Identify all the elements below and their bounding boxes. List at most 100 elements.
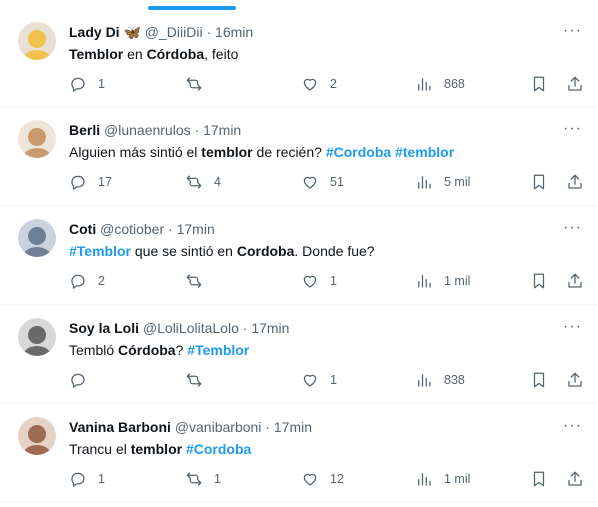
avatar[interactable] [18,219,56,257]
share-icon [568,471,582,486]
reply-count: 2 [98,274,105,288]
more-options-icon[interactable]: ··· [563,23,582,39]
bookmark-icon [533,76,545,92]
display-name[interactable]: Berli [69,122,100,138]
user-handle[interactable]: @lunaenrulos [104,122,191,138]
reply-button[interactable]: 2 [69,271,105,291]
reply-icon [71,373,85,388]
tweet[interactable]: Coti @cotiober · 17min ··· #Temblor que … [0,207,598,305]
reply-button[interactable] [69,370,98,390]
hashtag-link[interactable]: #Temblor [187,342,249,358]
hashtag-link[interactable]: #Cordoba [326,144,391,160]
views-button[interactable]: 1 mil [415,469,470,489]
reply-count: 17 [98,175,112,189]
tweet-text: Temblor en Córdoba, feito [69,45,238,64]
share-icon [568,273,582,288]
hashtag-link[interactable]: #Temblor [69,243,131,259]
timestamp[interactable]: 17min [251,320,289,336]
bookmark-icon [533,273,545,289]
bookmark-button[interactable] [530,370,548,390]
avatar[interactable] [18,22,56,60]
text-segment: que se sintió en [130,243,237,259]
like-count: 1 [330,373,337,387]
bookmark-icon [533,174,545,190]
view-count: 5 mil [444,175,471,189]
views-button[interactable]: 868 [415,74,465,94]
share-icon [568,174,582,189]
retweet-icon [186,373,202,387]
like-button[interactable]: 1 [301,370,337,390]
timestamp[interactable]: 16min [215,24,253,40]
action-bar: 1 2 868 [69,74,583,94]
separator-dot: · [168,221,173,237]
bold-keyword: Cordoba [236,243,295,259]
action-bar: 2 1 1 mil [69,271,583,291]
user-handle[interactable]: @LoliLolitaLolo [143,320,239,336]
like-button[interactable]: 51 [301,172,344,192]
user-handle[interactable]: @cotiober [100,221,164,237]
timestamp[interactable]: 17min [274,419,312,435]
like-button[interactable]: 2 [301,74,337,94]
heart-icon [303,176,317,189]
share-button[interactable] [566,172,584,192]
bold-keyword: Córdoba [146,46,205,62]
reply-button[interactable]: 1 [69,74,105,94]
bold-keyword: temblor [201,144,253,160]
display-name[interactable]: Lady Di [69,24,120,40]
retweet-button[interactable]: 4 [185,172,221,192]
avatar[interactable] [18,417,56,455]
tweet-text: Tembló Córdoba? #Temblor [69,341,249,360]
timestamp[interactable]: 17min [177,221,215,237]
tweet[interactable]: Soy la Loli @LoliLolitaLolo · 17min ··· … [0,306,598,404]
tweet[interactable]: Berli @lunaenrulos · 17min ··· Alguien m… [0,108,598,206]
bookmark-button[interactable] [530,271,548,291]
reply-button[interactable]: 1 [69,469,105,489]
like-button[interactable]: 1 [301,271,337,291]
more-options-icon[interactable]: ··· [563,418,582,434]
avatar[interactable] [18,318,56,356]
display-name[interactable]: Vanina Barboni [69,419,171,435]
action-bar: 1 1 12 1 mil [69,469,583,489]
display-name[interactable]: Coti [69,221,96,237]
retweet-button[interactable]: 1 [185,469,221,489]
user-handle[interactable]: @vanibarboni [175,419,262,435]
tweet[interactable]: Lady Di 🦋 @_DiiiDii · 16min ··· Temblor … [0,10,598,108]
hashtag-link[interactable]: #Cordoba [186,441,251,457]
action-bar: 17 4 51 5 mil [69,172,583,192]
bookmark-button[interactable] [530,469,548,489]
retweet-button[interactable] [185,370,214,390]
share-button[interactable] [566,74,584,94]
like-button[interactable]: 12 [301,469,344,489]
display-name[interactable]: Soy la Loli [69,320,139,336]
tweet[interactable]: Vanina Barboni @vanibarboni · 17min ··· … [0,405,598,503]
retweet-icon [186,472,202,486]
more-options-icon[interactable]: ··· [563,319,582,335]
share-button[interactable] [566,469,584,489]
text-segment: Trancu el [69,441,131,457]
timestamp[interactable]: 17min [203,122,241,138]
text-segment: Tembló [69,342,119,358]
avatar[interactable] [18,120,56,158]
analytics-icon [418,374,431,387]
bookmark-button[interactable] [530,74,548,94]
views-button[interactable]: 838 [415,370,465,390]
user-handle[interactable]: @_DiiiDii [145,24,203,40]
share-button[interactable] [566,370,584,390]
text-segment: Alguien más sintió el [69,144,202,160]
share-button[interactable] [566,271,584,291]
hashtag-link[interactable]: #temblor [395,144,454,160]
text-segment: de recién? [252,144,326,160]
bookmark-button[interactable] [530,172,548,192]
retweet-button[interactable] [185,74,214,94]
separator-dot: · [194,122,200,138]
more-options-icon[interactable]: ··· [563,220,582,236]
views-button[interactable]: 1 mil [415,271,470,291]
retweet-button[interactable] [185,271,214,291]
reply-button[interactable]: 17 [69,172,112,192]
more-options-icon[interactable]: ··· [563,121,582,137]
analytics-icon [418,473,431,486]
reply-count: 1 [98,472,105,486]
heart-icon [303,473,317,486]
share-icon [568,372,582,387]
views-button[interactable]: 5 mil [415,172,470,192]
